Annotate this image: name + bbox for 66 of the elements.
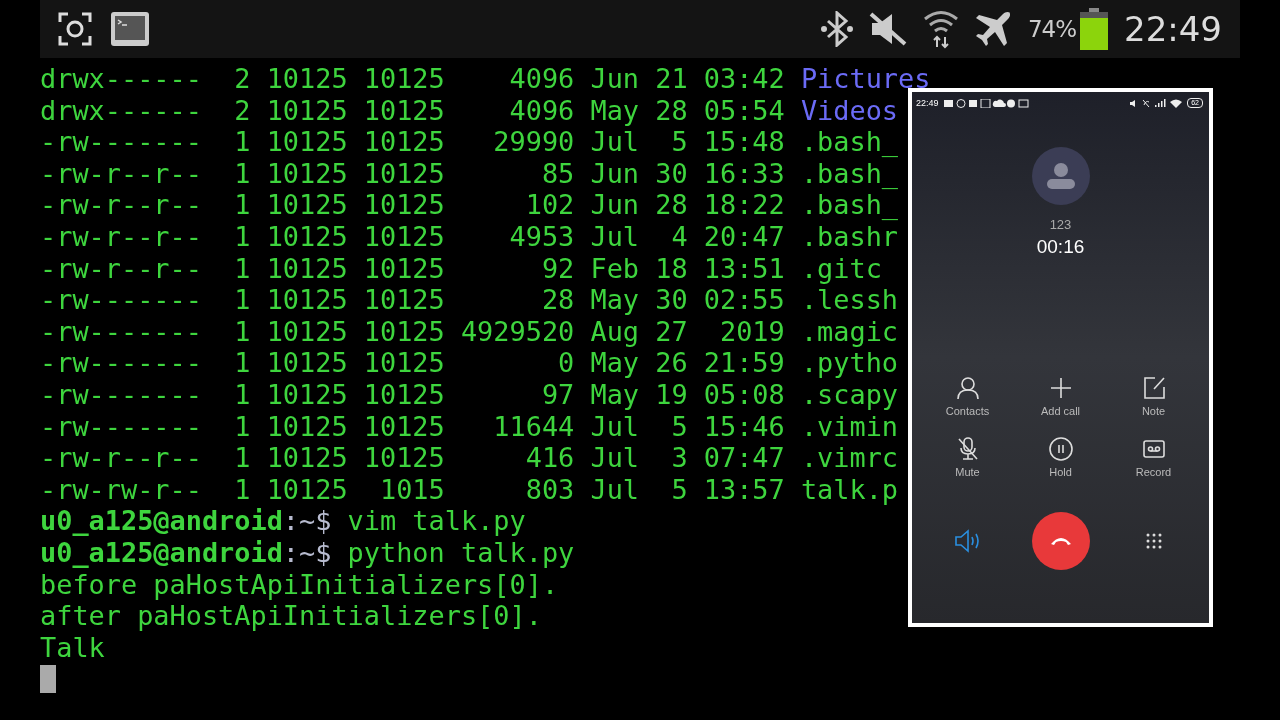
file-details: -rw-rw-r-- 1 10125 1015 803 Jul 5 13:57: [40, 473, 785, 506]
text-cursor: [40, 665, 56, 694]
add-button[interactable]: Add call: [1014, 376, 1107, 417]
file-name: .bash_: [800, 157, 899, 190]
file-name: .vimin: [800, 410, 899, 443]
file-name: .bash_: [800, 189, 899, 221]
file-name: .gitc: [800, 252, 882, 285]
avatar-icon: [1031, 147, 1090, 205]
person-icon: [955, 376, 980, 400]
plus-icon: [1048, 376, 1073, 400]
file-details: -rw-r--r-- 1 10125 10125 85 Jun 30 16:33: [40, 157, 785, 190]
file-details: -rw------- 1 10125 10125 0 May 26 21:59: [40, 347, 785, 379]
file-details: drwx------ 2 10125 10125 4096 May 28 05:54: [40, 94, 785, 127]
file-name: .vimrc: [800, 442, 899, 474]
output-text: after paHostApiInitializers[0].: [40, 600, 542, 632]
file-name: .lessh: [800, 284, 899, 316]
file-details: -rw-r--r-- 1 10125 10125 4953 Jul 4 20:47: [40, 220, 785, 253]
note-button[interactable]: Note: [1107, 376, 1200, 417]
screenshot-icon: [58, 12, 92, 46]
output-text: before paHostApiInitializers[0].: [40, 568, 559, 601]
command-text: python talk.py: [347, 536, 575, 569]
mute-button[interactable]: Mute: [921, 437, 1014, 478]
prompt-path: :~$: [282, 536, 332, 569]
battery-percent: 74%: [1027, 16, 1076, 42]
status-time: 22:49: [1124, 9, 1222, 49]
call-status-time: 22:49: [916, 98, 939, 108]
prompt-user: u0_a125@android: [40, 505, 283, 537]
record-button[interactable]: Record: [1107, 437, 1200, 478]
call-duration: 00:16: [1036, 236, 1085, 258]
bluetooth-icon: [819, 11, 854, 47]
terminal-icon: [110, 11, 150, 47]
file-details: -rw-r--r-- 1 10125 10125 92 Feb 18 13:51: [40, 252, 785, 285]
contacts-button[interactable]: Contacts: [921, 376, 1014, 417]
file-details: drwx------ 2 10125 10125 4096 Jun 21 03:42: [40, 63, 785, 95]
phone-icon: [1049, 536, 1072, 546]
file-name: Videos: [800, 94, 899, 127]
file-details: -rw-r--r-- 1 10125 10125 416 Jul 3 07:47: [40, 442, 785, 474]
file-name: .pytho: [800, 347, 899, 379]
file-details: -rw-r--r-- 1 10125 10125 102 Jun 28 18:22: [40, 189, 785, 221]
file-name: .magic: [800, 315, 899, 348]
prompt-user: u0_a125@android: [40, 536, 283, 569]
mute-icon: [955, 437, 980, 461]
output-text: Talk: [40, 631, 105, 664]
keypad-icon[interactable]: [1144, 532, 1163, 550]
file-details: -rw------- 1 10125 10125 28 May 30 02:55: [40, 284, 785, 316]
file-name: .bash_: [800, 126, 899, 158]
hold-button[interactable]: Hold: [1014, 437, 1107, 478]
file-details: -rw------- 1 10125 10125 29990 Jul 5 15:48: [40, 126, 785, 158]
file-details: -rw------- 1 10125 10125 11644 Jul 5 15:46: [40, 410, 785, 443]
end-call-button[interactable]: [1031, 512, 1090, 570]
muted-speaker-icon: [867, 11, 908, 47]
file-name: .scapy: [800, 378, 899, 411]
signal-icons-drawing: [1129, 98, 1184, 108]
note-icon: [1141, 376, 1166, 400]
file-details: -rw------- 1 10125 10125 4929520 Aug 27 2019: [40, 315, 785, 348]
file-name: .bashr: [800, 220, 899, 253]
battery-icon: [1080, 8, 1108, 50]
file-name: Pictures: [800, 63, 931, 95]
cassette-icon: [1141, 437, 1166, 461]
speaker-icon[interactable]: [953, 529, 982, 553]
file-name: talk.p: [800, 473, 899, 506]
command-text: vim talk.py: [347, 505, 526, 537]
prompt-path: :~$: [282, 505, 332, 537]
caller-number: 123: [1049, 217, 1072, 232]
pause-icon: [1048, 437, 1073, 461]
file-details: -rw------- 1 10125 10125 97 May 19 05:08: [40, 378, 785, 411]
